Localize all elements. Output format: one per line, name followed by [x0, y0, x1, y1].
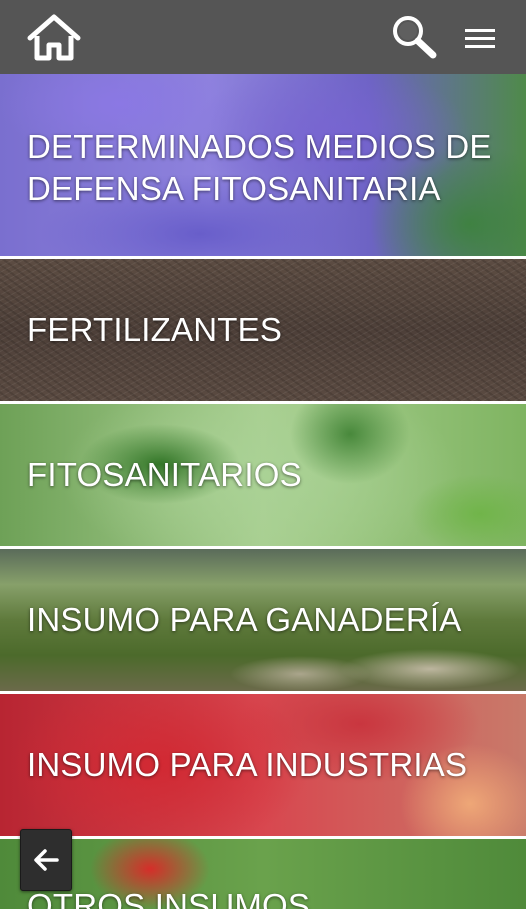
top-app-bar: [0, 0, 526, 74]
search-button[interactable]: [390, 14, 438, 60]
category-item-fitosanitarios[interactable]: FITOSANITARIOS: [0, 404, 526, 546]
category-label: FITOSANITARIOS: [27, 456, 302, 493]
category-item-insumo-ganaderia[interactable]: INSUMO PARA GANADERÍA: [0, 549, 526, 691]
home-button[interactable]: [26, 14, 82, 62]
category-item-otros-insumos[interactable]: OTROS INSUMOS: [0, 839, 526, 909]
category-item-defensa-fitosanitaria[interactable]: DETERMINADOS MEDIOS DE DEFENSA FITOSANIT…: [0, 74, 526, 256]
back-button[interactable]: [20, 829, 72, 891]
category-label: OTROS INSUMOS: [27, 887, 311, 909]
menu-button[interactable]: [464, 26, 496, 52]
category-label: INSUMO PARA GANADERÍA: [27, 601, 462, 638]
hamburger-menu-icon: [465, 29, 495, 48]
category-item-fertilizantes[interactable]: FERTILIZANTES: [0, 259, 526, 401]
category-item-insumo-industrias[interactable]: INSUMO PARA INDUSTRIAS: [0, 694, 526, 836]
search-icon: [393, 16, 437, 59]
arrow-left-icon: [34, 849, 59, 871]
category-label: DETERMINADOS MEDIOS DE DEFENSA FITOSANIT…: [27, 128, 492, 207]
category-label: INSUMO PARA INDUSTRIAS: [27, 746, 468, 783]
home-icon: [27, 14, 81, 61]
category-label: FERTILIZANTES: [27, 311, 283, 348]
